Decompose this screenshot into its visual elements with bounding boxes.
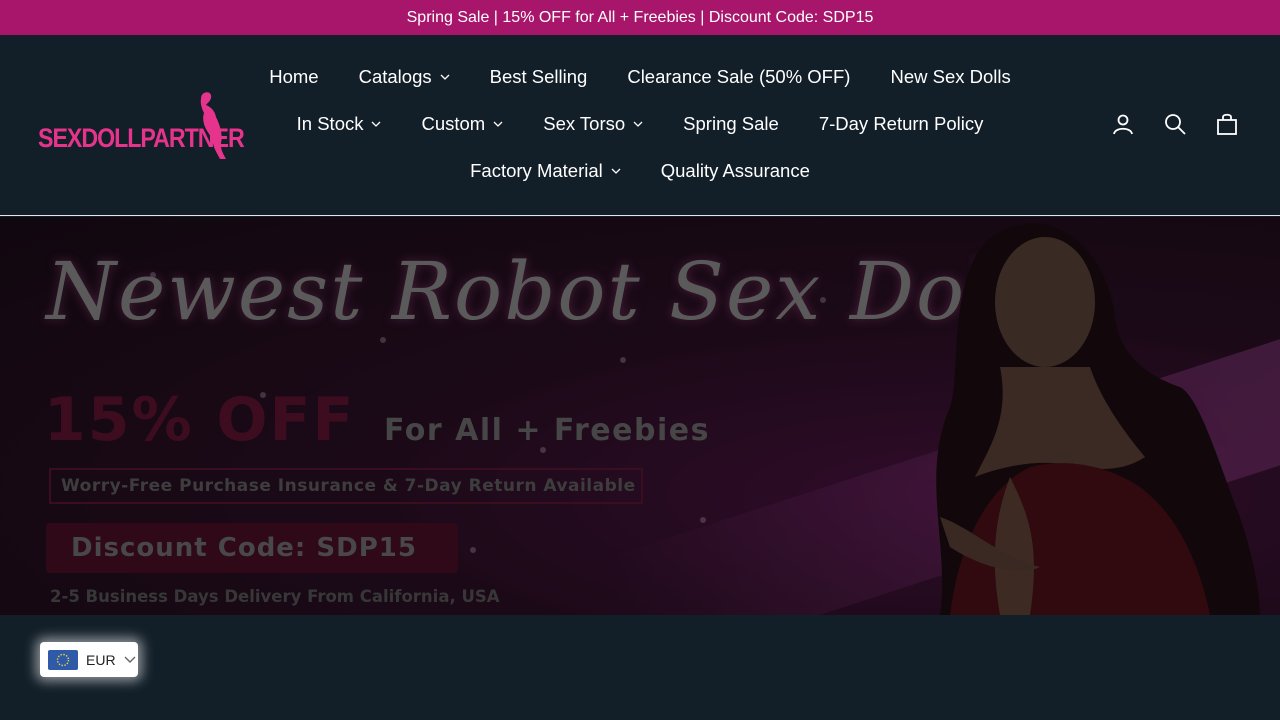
sparkle — [700, 517, 706, 523]
nav-item-sex-torso[interactable]: Sex Torso — [543, 113, 643, 135]
nav-item-custom[interactable]: Custom — [421, 113, 503, 135]
nav-item-spring-sale[interactable]: Spring Sale — [683, 113, 779, 135]
nav-label: Custom — [421, 113, 486, 134]
nav-label: New Sex Dolls — [890, 66, 1011, 87]
hero-freebies: For All + Freebies — [384, 413, 710, 448]
announcement-text: Spring Sale | 15% OFF for All + Freebies… — [406, 8, 874, 26]
nav-row-3: Factory Material Quality Assurance — [0, 156, 1280, 186]
chevron-down-icon — [372, 121, 381, 127]
nav-item-catalogs[interactable]: Catalogs — [359, 66, 450, 88]
chevron-down-icon — [493, 121, 503, 127]
nav-row-1: Home Catalogs Best Selling Clearance Sal… — [0, 62, 1280, 92]
chevron-down-icon — [611, 168, 621, 174]
nav-label: Spring Sale — [683, 113, 779, 134]
hero-discount-code: Discount Code: SDP15 — [46, 523, 458, 573]
nav-label: Factory Material — [470, 160, 603, 181]
nav-label: Quality Assurance — [660, 160, 810, 181]
chevron-down-icon — [124, 656, 136, 663]
search-icon[interactable] — [1162, 111, 1188, 137]
cart-icon[interactable] — [1214, 111, 1240, 137]
account-icon[interactable] — [1110, 111, 1136, 137]
currency-selector[interactable]: EUR — [40, 642, 138, 677]
header-icons — [1110, 111, 1240, 137]
chevron-down-icon — [440, 74, 450, 80]
sparkle — [470, 547, 476, 553]
announcement-bar: Spring Sale | 15% OFF for All + Freebies… — [0, 0, 1280, 35]
nav-item-quality-assurance[interactable]: Quality Assurance — [661, 160, 810, 182]
hero-model-image — [936, 223, 1260, 615]
site-header: SEXDOLLPARTNER Home Catalogs Best Sellin… — [0, 35, 1280, 216]
nav-label: Home — [269, 66, 319, 87]
chevron-down-icon — [633, 121, 643, 127]
hero-title: Newest Robot Sex Doll — [46, 245, 1022, 338]
nav-label: In Stock — [296, 113, 364, 134]
nav-row-2: In Stock Custom Sex Torso Spring Sale 7-… — [0, 109, 1280, 139]
nav-item-clearance-sale[interactable]: Clearance Sale (50% OFF) — [627, 66, 850, 88]
nav-label: Sex Torso — [543, 113, 626, 134]
nav-label: Best Selling — [489, 66, 588, 87]
nav-label: 7-Day Return Policy — [818, 113, 984, 134]
eu-flag-icon — [48, 649, 78, 670]
nav-item-new-sex-dolls[interactable]: New Sex Dolls — [890, 66, 1010, 88]
hero-delivery: 2-5 Business Days Delivery From Californ… — [50, 587, 500, 606]
nav-item-factory-material[interactable]: Factory Material — [470, 160, 621, 182]
currency-code: EUR — [86, 651, 116, 668]
hero-insurance: Worry-Free Purchase Insurance & 7-Day Re… — [49, 468, 643, 504]
nav-item-in-stock[interactable]: In Stock — [297, 113, 382, 135]
nav-label: Catalogs — [358, 66, 432, 87]
hero-banner[interactable]: Newest Robot Sex Doll 15% OFF For All + … — [0, 217, 1280, 615]
nav-item-best-selling[interactable]: Best Selling — [490, 66, 588, 88]
nav-item-return-policy[interactable]: 7-Day Return Policy — [819, 113, 984, 135]
sparkle — [620, 357, 626, 363]
nav-label: Clearance Sale (50% OFF) — [627, 66, 851, 87]
nav-item-home[interactable]: Home — [269, 66, 318, 88]
hero-discount: 15% OFF — [44, 385, 356, 455]
